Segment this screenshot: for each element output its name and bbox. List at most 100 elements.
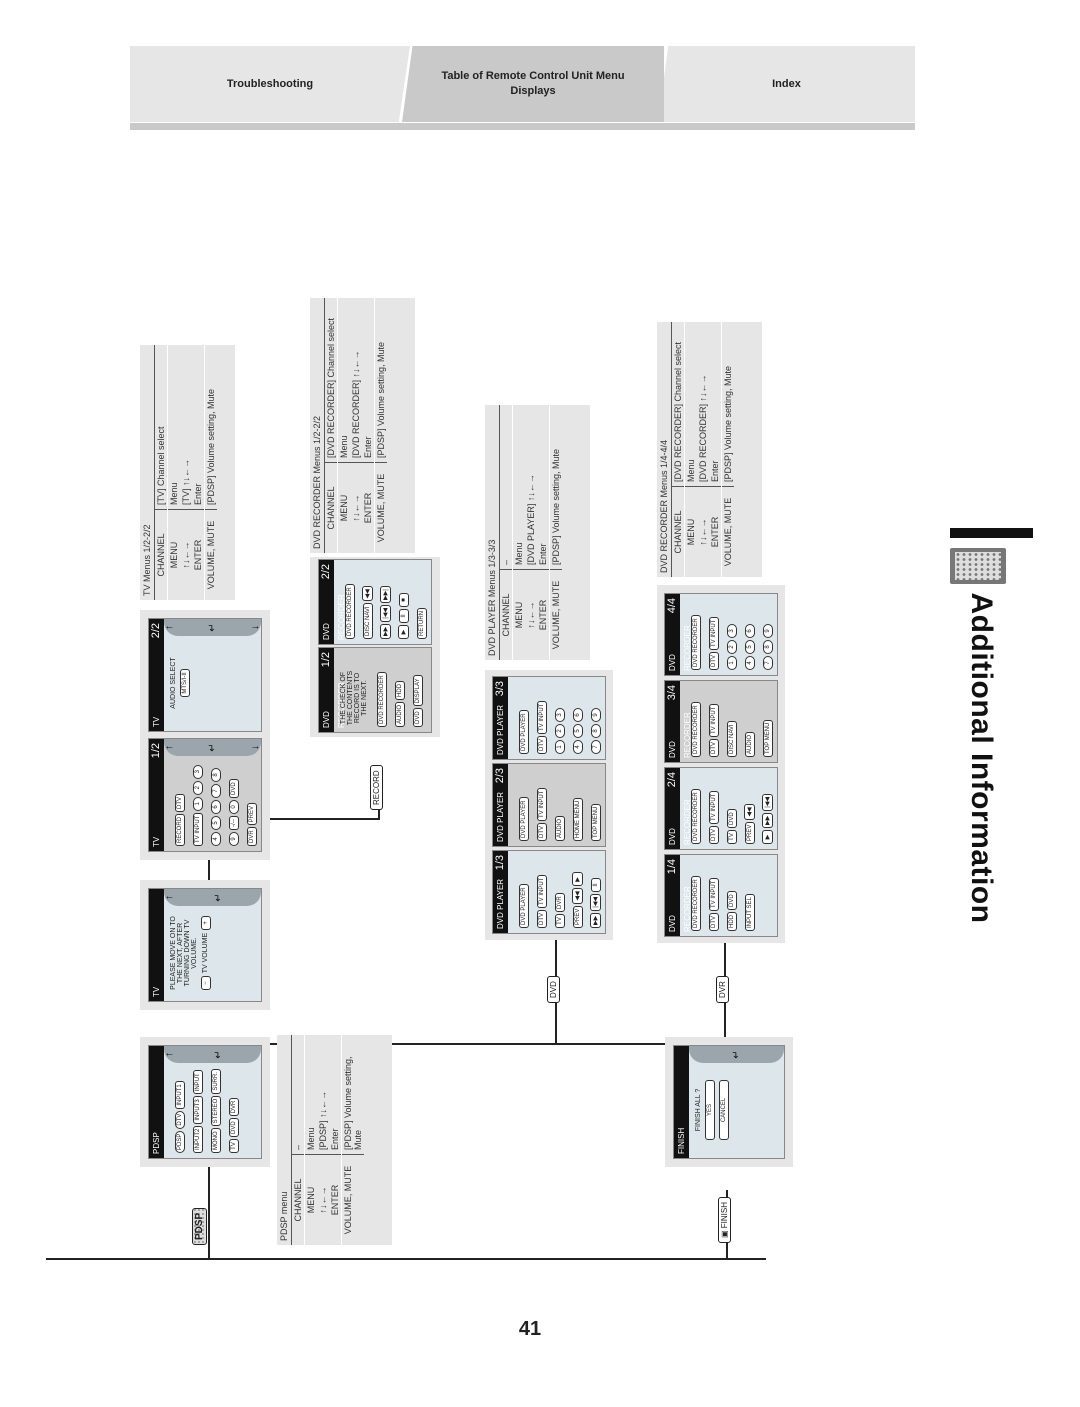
- screen-button[interactable]: DVD RECORDER: [345, 584, 355, 639]
- screen-button[interactable]: DVR: [247, 827, 257, 846]
- screen-button[interactable]: DVD RECORDER: [691, 702, 701, 757]
- screen-button[interactable]: 7: [211, 784, 221, 798]
- screen-button[interactable]: DISC NAVI: [363, 603, 373, 639]
- screen-button[interactable]: 1: [555, 740, 565, 754]
- screen-button[interactable]: 8: [211, 768, 221, 782]
- screen-button[interactable]: TV INPUT: [537, 700, 547, 734]
- screen-button[interactable]: 8: [591, 724, 601, 738]
- screen-button[interactable]: TV INPUT: [709, 790, 719, 824]
- screen-button[interactable]: TV INPUT: [537, 787, 547, 821]
- screen-button[interactable]: II: [591, 877, 601, 892]
- screen-button[interactable]: DVD RECORDER: [691, 789, 701, 844]
- screen-button[interactable]: TV INPUT: [193, 812, 203, 846]
- screen-button[interactable]: DTV: [709, 826, 719, 844]
- screen-button[interactable]: TV: [555, 914, 565, 928]
- screen-button[interactable]: 5: [745, 640, 755, 654]
- screen-button[interactable]: INPUT SEL: [745, 894, 755, 931]
- screen-button[interactable]: 2: [555, 724, 565, 738]
- screen-button[interactable]: 3: [727, 624, 737, 638]
- screen-button[interactable]: ▶: [572, 872, 583, 887]
- screen-nav[interactable]: ↑ ↵: [164, 889, 261, 906]
- cancel-button[interactable]: CANCEL: [719, 1080, 729, 1140]
- screen-button[interactable]: ▶▶: [590, 912, 601, 928]
- screen-button[interactable]: ▶: [762, 830, 773, 844]
- screen-button[interactable]: |◀◀: [590, 893, 601, 911]
- screen-button[interactable]: 6: [745, 624, 755, 638]
- screen-button[interactable]: DISC NAVI: [727, 721, 737, 757]
- screen-button[interactable]: DTV: [709, 913, 719, 931]
- screen-button[interactable]: TOP MENU: [591, 803, 601, 841]
- screen-button[interactable]: DTV: [537, 823, 547, 841]
- screen-button[interactable]: 4: [745, 656, 755, 670]
- screen-button[interactable]: 7: [763, 656, 773, 670]
- screen-button[interactable]: 4: [573, 740, 583, 754]
- screen-button[interactable]: 5: [573, 724, 583, 738]
- screen-button[interactable]: 0: [229, 800, 239, 814]
- screen-button[interactable]: PREV: [247, 802, 257, 826]
- screen-button[interactable]: TV: [727, 830, 737, 844]
- screen-button[interactable]: 9: [591, 708, 601, 722]
- screen-button[interactable]: RECORD: [175, 813, 185, 846]
- screen-button[interactable]: 9: [229, 832, 239, 846]
- screen-button[interactable]: ▶: [398, 625, 409, 639]
- screen-button[interactable]: HDD: [395, 680, 405, 700]
- screen-button[interactable]: DVD PLAYER: [519, 884, 529, 928]
- screen-button[interactable]: DVD RECORDER: [377, 672, 387, 727]
- screen-nav[interactable]: ↑ ↵: [164, 1046, 261, 1063]
- screen-button[interactable]: DVR: [555, 893, 565, 912]
- screen-button[interactable]: 5: [211, 816, 221, 830]
- screen-button[interactable]: PREV: [573, 905, 583, 928]
- screen-button[interactable]: 2: [727, 640, 737, 654]
- screen-button[interactable]: |◀◀: [380, 604, 391, 622]
- tab-index[interactable]: Index: [658, 46, 915, 122]
- screen-button[interactable]: DVD PLAYER: [519, 710, 529, 754]
- screen-button[interactable]: DVD RECORDER: [691, 876, 701, 931]
- screen-button[interactable]: DVD: [727, 891, 737, 910]
- screen-button[interactable]: DVD: [727, 809, 737, 828]
- screen-button[interactable]: TV INPUT: [709, 703, 719, 737]
- screen-button[interactable]: HOME MENU: [573, 797, 583, 841]
- screen-button[interactable]: ◀◀: [744, 804, 755, 820]
- screen-button[interactable]: DTV: [709, 739, 719, 757]
- screen-button[interactable]: HDD: [727, 912, 737, 931]
- screen-button[interactable]: DVD: [413, 708, 423, 727]
- screen-button[interactable]: PREV: [745, 821, 755, 844]
- screen-button[interactable]: TV INPUT: [709, 616, 719, 650]
- screen-button[interactable]: 7: [591, 740, 601, 754]
- screen-button[interactable]: DTV: [709, 652, 719, 670]
- screen-button[interactable]: 1: [193, 796, 203, 811]
- screen-button[interactable]: DVD RECORDER: [691, 615, 701, 670]
- screen-button[interactable]: II: [399, 609, 409, 623]
- screen-button[interactable]: ◀◀: [362, 586, 373, 602]
- screen-button[interactable]: AUDIO: [555, 815, 565, 841]
- screen-button[interactable]: DTV: [537, 910, 547, 928]
- screen-button[interactable]: DVD PLAYER: [519, 797, 529, 841]
- screen-button[interactable]: 8: [763, 640, 773, 654]
- screen-button[interactable]: DTV: [537, 736, 547, 754]
- screen-button[interactable]: 4: [211, 832, 221, 846]
- screen-button[interactable]: TOP MENU: [763, 719, 773, 757]
- screen-button[interactable]: 6: [211, 800, 221, 814]
- screen-button[interactable]: REC MODE: [431, 688, 432, 727]
- tab-troubleshooting[interactable]: Troubleshooting: [130, 46, 410, 122]
- screen-button[interactable]: |◀◀: [762, 793, 773, 811]
- screen-button[interactable]: ■: [399, 593, 409, 607]
- screen-button[interactable]: 3: [193, 764, 203, 779]
- screen-button[interactable]: ▶▶|: [380, 586, 391, 603]
- screen-button[interactable]: ▶▶: [380, 623, 391, 639]
- tab-remote-menu-displays[interactable]: Table of Remote Control Unit Menu Displa…: [402, 46, 664, 122]
- screen-button[interactable]: DTV: [175, 793, 185, 812]
- screen-button[interactable]: 1: [727, 656, 737, 670]
- screen-button[interactable]: TV INPUT: [709, 877, 719, 911]
- screen-button[interactable]: 3: [555, 708, 565, 722]
- screen-button[interactable]: TV INPUT: [537, 874, 547, 908]
- screen-button[interactable]: DISPLAY: [413, 675, 423, 707]
- screen-button[interactable]: ◀◀: [572, 888, 583, 904]
- screen-button[interactable]: 2: [193, 780, 203, 795]
- screen-button[interactable]: AUDIO: [395, 701, 405, 727]
- screen-button[interactable]: -/--: [229, 816, 239, 830]
- screen-button[interactable]: RETURN: [417, 608, 427, 639]
- screen-button[interactable]: ▶▶: [762, 812, 773, 828]
- screen-button[interactable]: 6: [573, 708, 583, 722]
- yes-button[interactable]: YES: [705, 1080, 715, 1140]
